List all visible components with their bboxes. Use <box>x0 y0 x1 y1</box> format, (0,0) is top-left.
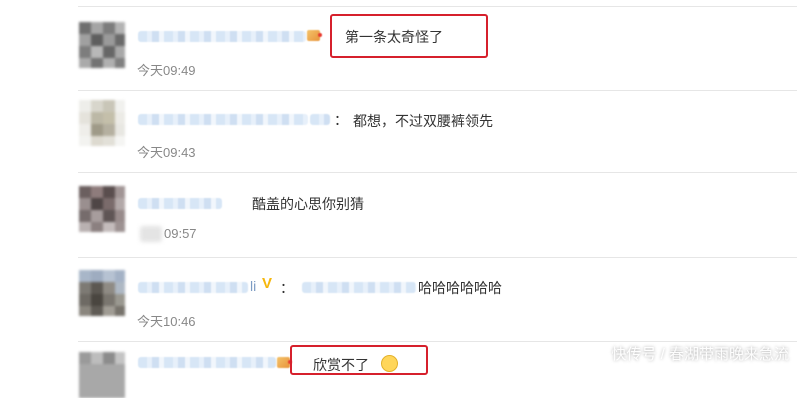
username-blurred[interactable] <box>310 114 330 125</box>
username-blurred[interactable] <box>138 357 276 368</box>
row-divider <box>78 90 797 91</box>
username-blurred[interactable] <box>138 282 248 293</box>
comment-separator: ： <box>280 280 294 296</box>
time-blurred <box>140 226 162 242</box>
username-visible[interactable]: li <box>250 278 256 294</box>
comment-time: 09:57 <box>164 226 197 241</box>
comment-time: 今天09:43 <box>137 145 196 160</box>
emoji-icon <box>381 355 398 372</box>
watermark: 快传号 / 春湖带雨晚来急流 <box>611 346 789 363</box>
vip-v-icon: V <box>262 275 273 292</box>
avatar[interactable] <box>79 186 125 232</box>
comment-text: 第一条太奇怪了 <box>345 29 443 45</box>
avatar[interactable] <box>79 22 125 68</box>
comment-text: 哈哈哈哈哈哈 <box>418 280 502 296</box>
avatar[interactable] <box>79 100 125 146</box>
comment-separator: ： <box>334 112 348 128</box>
comment-time: 今天09:49 <box>137 63 196 78</box>
avatar[interactable] <box>79 270 125 316</box>
comment-text: 酷盖的心思你别猜 <box>252 196 364 212</box>
mention-blurred[interactable] <box>302 282 416 293</box>
avatar[interactable] <box>79 352 125 398</box>
username-blurred[interactable] <box>138 114 308 125</box>
comment-text: 都想，不过双腰裤领先 <box>353 113 493 129</box>
username-blurred[interactable] <box>138 198 222 209</box>
username-blurred[interactable] <box>138 31 306 42</box>
row-divider <box>78 341 797 342</box>
top-divider <box>78 6 797 7</box>
member-badge-icon <box>277 357 292 368</box>
row-divider <box>78 257 797 258</box>
comment-text: 欣赏不了 <box>313 357 369 373</box>
comment-time: 今天10:46 <box>137 314 196 329</box>
member-badge-icon <box>307 30 322 41</box>
row-divider <box>78 172 797 173</box>
